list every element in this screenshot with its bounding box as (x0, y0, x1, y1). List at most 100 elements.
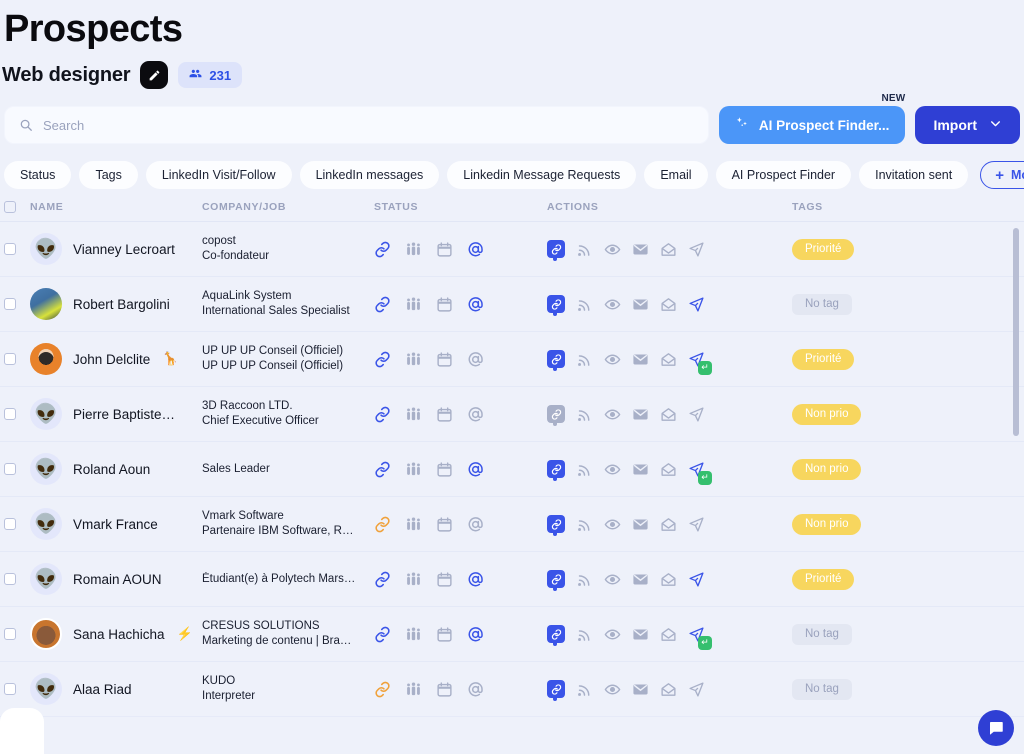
rss-follow-icon[interactable] (576, 461, 593, 478)
linkedin-link-icon[interactable] (374, 296, 391, 313)
row-checkbox[interactable] (4, 243, 16, 255)
search-input[interactable] (43, 117, 694, 133)
status-badge[interactable]: Priorité (792, 568, 855, 590)
linkedin-action-badge[interactable] (547, 405, 565, 426)
table-row[interactable]: 👽 Roland Aoun Sales Leader ↵ Non prio (0, 442, 1024, 497)
invitation-sent-icon[interactable]: ↵ (688, 626, 712, 650)
linkedin-action-badge[interactable] (547, 350, 565, 371)
profile-visit-icon[interactable] (604, 406, 621, 423)
chat-bubble-icon[interactable] (978, 710, 1014, 746)
followers-icon[interactable] (405, 681, 422, 698)
email-status-icon[interactable] (467, 406, 484, 423)
message-icon[interactable] (632, 351, 649, 368)
table-row[interactable]: Robert Bargolini AquaLink System Interna… (0, 277, 1024, 332)
row-checkbox[interactable] (4, 353, 16, 365)
linkedin-link-icon[interactable] (374, 461, 391, 478)
followers-icon[interactable] (405, 461, 422, 478)
linkedin-action-badge[interactable] (547, 570, 565, 591)
calendar-icon[interactable] (436, 681, 453, 698)
linkedin-link-icon[interactable] (374, 516, 391, 533)
rss-follow-icon[interactable] (576, 626, 593, 643)
status-badge[interactable]: Non prio (792, 513, 862, 535)
table-row[interactable]: 👽 Pierre Baptiste… 3D Raccoon LTD. Chief… (0, 387, 1024, 442)
message-request-icon[interactable] (660, 571, 677, 588)
calendar-icon[interactable] (436, 626, 453, 643)
profile-visit-icon[interactable] (604, 241, 621, 258)
followers-icon[interactable] (405, 351, 422, 368)
message-icon[interactable] (632, 681, 649, 698)
filter-chip-linkedin-message-requests[interactable]: Linkedin Message Requests (447, 161, 637, 189)
rss-follow-icon[interactable] (576, 571, 593, 588)
profile-visit-icon[interactable] (604, 571, 621, 588)
linkedin-action-badge[interactable] (547, 240, 565, 261)
email-status-icon[interactable] (467, 516, 484, 533)
linkedin-link-icon[interactable] (374, 406, 391, 423)
rss-follow-icon[interactable] (576, 296, 593, 313)
status-badge[interactable]: Priorité (792, 348, 855, 370)
followers-icon[interactable] (405, 241, 422, 258)
status-badge[interactable]: Priorité (792, 238, 855, 260)
filter-chip-linkedin-messages[interactable]: LinkedIn messages (299, 161, 440, 189)
table-row[interactable]: 👽 Vianney Lecroart copost Co-fondateur P… (0, 222, 1024, 277)
invitation-sent-icon[interactable] (688, 571, 705, 588)
table-row[interactable]: John Delclite 🦒 UP UP UP Conseil (Officie… (0, 332, 1024, 387)
linkedin-link-icon[interactable] (374, 571, 391, 588)
table-row[interactable]: Sana Hachicha ⚡ CRESUS SOLUTIONS Marketin… (0, 607, 1024, 662)
ai-prospect-finder-button[interactable]: AI Prospect Finder... (718, 106, 906, 144)
followers-icon[interactable] (405, 406, 422, 423)
email-status-icon[interactable] (467, 241, 484, 258)
rss-follow-icon[interactable] (576, 241, 593, 258)
linkedin-link-icon[interactable] (374, 241, 391, 258)
message-icon[interactable] (632, 241, 649, 258)
status-badge[interactable]: Non prio (792, 458, 862, 480)
row-checkbox[interactable] (4, 573, 16, 585)
email-status-icon[interactable] (467, 626, 484, 643)
status-badge[interactable]: No tag (792, 623, 852, 645)
row-checkbox[interactable] (4, 408, 16, 420)
followers-icon[interactable] (405, 571, 422, 588)
vertical-scrollbar[interactable] (1013, 228, 1019, 436)
email-status-icon[interactable] (467, 571, 484, 588)
filter-chip-invitation-sent[interactable]: Invitation sent (859, 161, 969, 189)
column-header-name[interactable]: NAME (30, 201, 202, 213)
rss-follow-icon[interactable] (576, 406, 593, 423)
message-request-icon[interactable] (660, 461, 677, 478)
linkedin-action-badge[interactable] (547, 625, 565, 646)
invitation-sent-icon[interactable] (688, 681, 705, 698)
status-badge[interactable]: No tag (792, 293, 852, 315)
select-all-checkbox[interactable] (4, 200, 16, 213)
column-header-company-job[interactable]: COMPANY/JOB (202, 201, 374, 213)
filter-chip-tags[interactable]: Tags (79, 161, 138, 189)
filter-chip-status[interactable]: Status (4, 161, 72, 189)
profile-visit-icon[interactable] (604, 516, 621, 533)
row-checkbox[interactable] (4, 518, 16, 530)
table-row[interactable]: 👽 Alaa Riad KUDO Interpreter No tag (0, 662, 1024, 717)
profile-visit-icon[interactable] (604, 296, 621, 313)
email-status-icon[interactable] (467, 681, 484, 698)
calendar-icon[interactable] (436, 406, 453, 423)
column-header-tags[interactable]: TAGS (792, 201, 1020, 213)
filter-chip-email[interactable]: Email (644, 161, 708, 189)
row-checkbox[interactable] (4, 683, 16, 695)
followers-icon[interactable] (405, 516, 422, 533)
linkedin-link-icon[interactable] (374, 681, 391, 698)
message-icon[interactable] (632, 516, 649, 533)
message-request-icon[interactable] (660, 681, 677, 698)
calendar-icon[interactable] (436, 241, 453, 258)
status-badge[interactable]: No tag (792, 678, 852, 700)
row-checkbox[interactable] (4, 298, 16, 310)
message-request-icon[interactable] (660, 406, 677, 423)
email-status-icon[interactable] (467, 461, 484, 478)
rss-follow-icon[interactable] (576, 351, 593, 368)
message-request-icon[interactable] (660, 241, 677, 258)
filter-chip-linkedin-visit-follow[interactable]: LinkedIn Visit/Follow (145, 161, 292, 189)
linkedin-action-badge[interactable] (547, 460, 565, 481)
followers-icon[interactable] (405, 626, 422, 643)
message-icon[interactable] (632, 571, 649, 588)
message-icon[interactable] (632, 296, 649, 313)
followers-icon[interactable] (405, 296, 422, 313)
invitation-sent-icon[interactable]: ↵ (688, 351, 712, 375)
invitation-sent-icon[interactable] (688, 241, 705, 258)
more-filters-button[interactable]: + More filters (980, 161, 1024, 189)
column-header-actions[interactable]: ACTIONS (547, 201, 792, 213)
